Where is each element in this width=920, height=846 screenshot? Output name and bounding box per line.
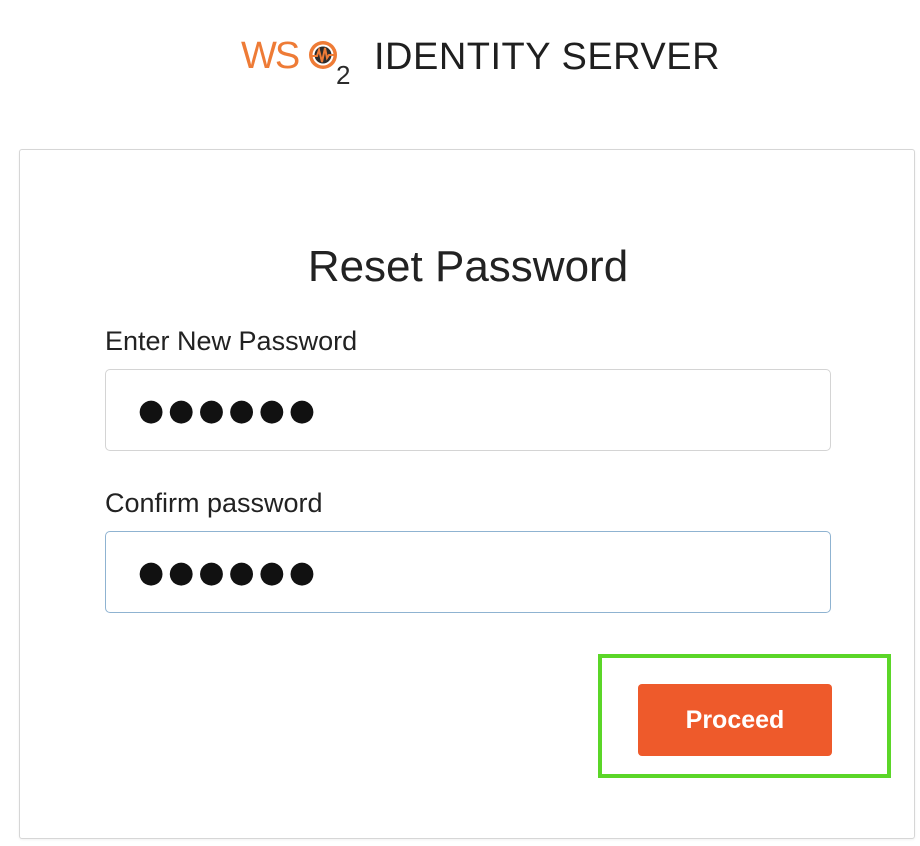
new-password-field[interactable] bbox=[105, 369, 831, 451]
svg-text:2: 2 bbox=[336, 60, 350, 86]
page-title: Reset Password bbox=[307, 242, 629, 291]
wso2-logo-icon: WS 2 bbox=[241, 35, 350, 86]
new-password-label: Enter New Password bbox=[105, 326, 358, 356]
reset-password-card: Reset Password Enter New Password Confir… bbox=[19, 149, 915, 839]
header: WS 2 IDENTITY SERVER bbox=[0, 22, 920, 92]
confirm-password-field[interactable] bbox=[105, 531, 831, 613]
proceed-button[interactable]: Proceed bbox=[638, 684, 832, 756]
confirm-password-label: Confirm password bbox=[105, 488, 323, 518]
product-name: IDENTITY SERVER bbox=[374, 36, 721, 78]
svg-text:WS: WS bbox=[241, 35, 299, 77]
